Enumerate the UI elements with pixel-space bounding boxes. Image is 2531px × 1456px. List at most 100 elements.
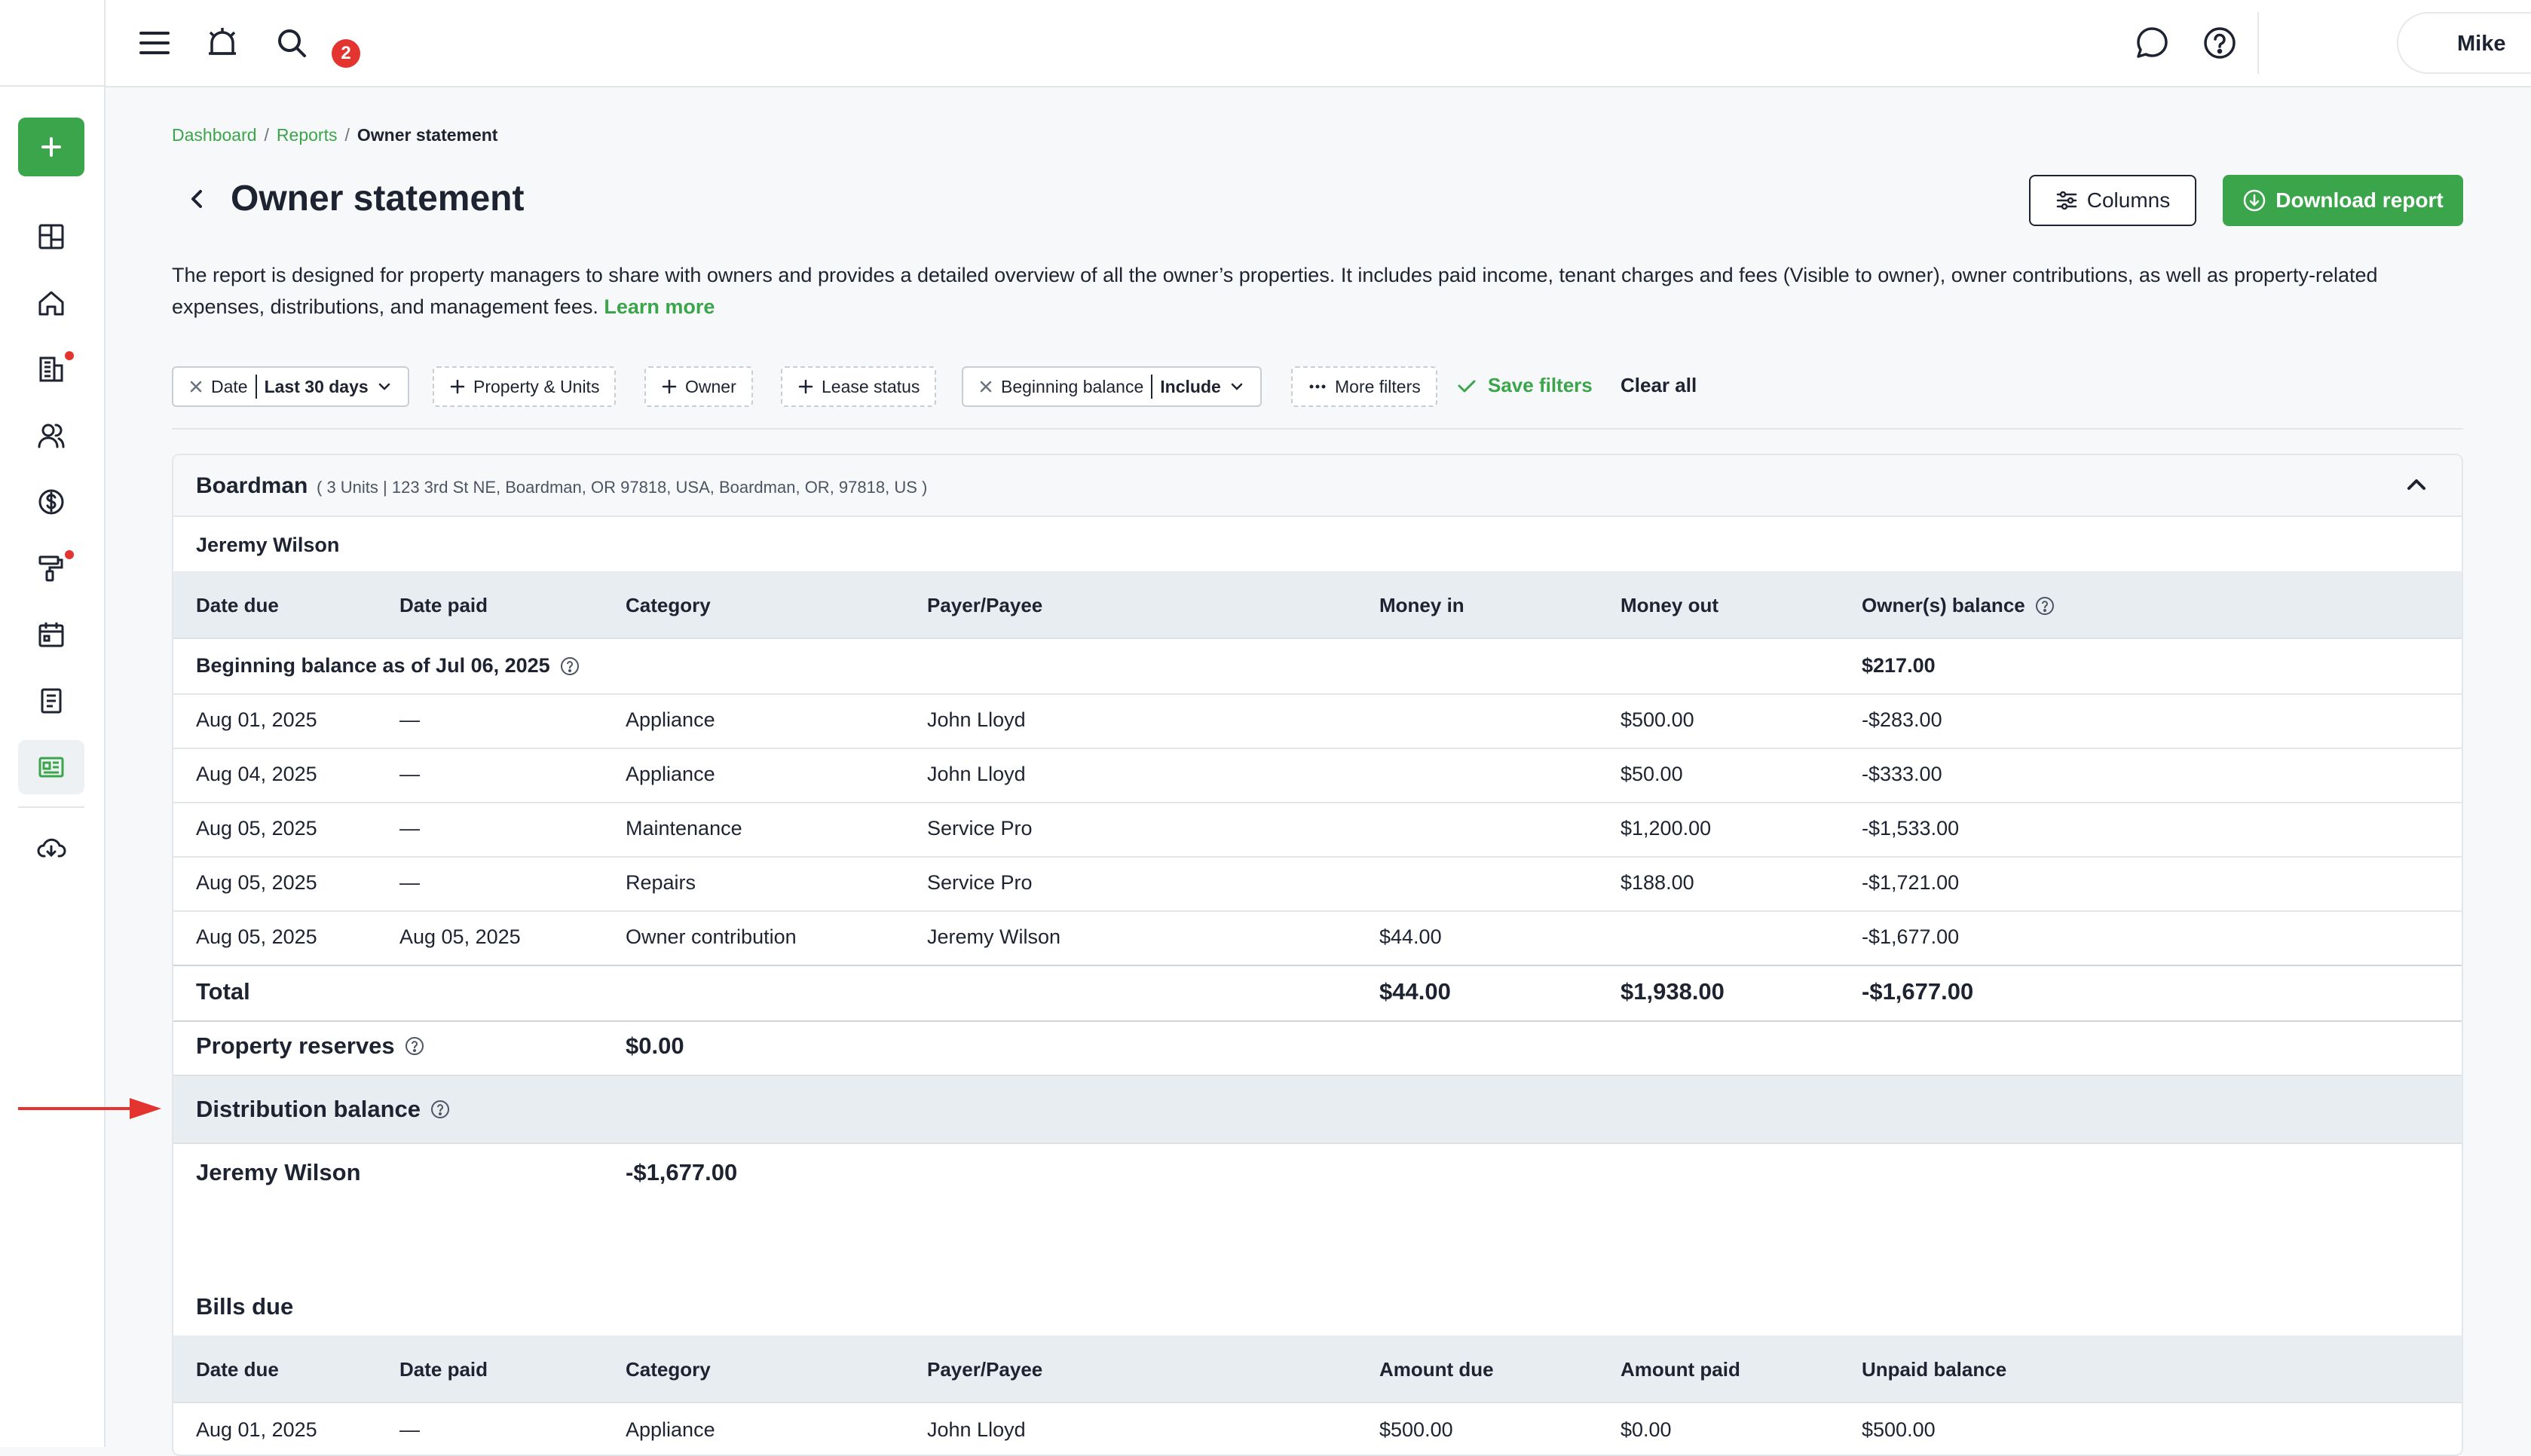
filter-more-label: More filters: [1335, 376, 1421, 396]
cell-balance: -$1,533.00: [1862, 817, 1960, 840]
property-header[interactable]: Boardman ( 3 Units | 123 3rd St NE, Boar…: [173, 455, 2462, 517]
cell-category: Maintenance: [626, 817, 742, 840]
table-row: Aug 05, 2025 Aug 05, 2025 Owner contribu…: [173, 910, 2462, 965]
cell-date-paid: —: [399, 708, 420, 731]
sidebar-item-properties[interactable]: [18, 276, 84, 330]
column-header: Date paid: [399, 1358, 488, 1381]
cell-unpaid-balance: $500.00: [1862, 1418, 1936, 1441]
property-name: Boardman: [196, 473, 308, 498]
help-icon[interactable]: [430, 1099, 451, 1120]
plus-icon: [798, 379, 813, 394]
help-icon[interactable]: [404, 1035, 425, 1057]
sidebar-top-divider: [0, 85, 104, 87]
column-header: Category: [626, 594, 711, 616]
annotation-arrow: [18, 1098, 161, 1119]
bills-due-title: Bills due: [196, 1293, 294, 1320]
close-icon[interactable]: [188, 379, 204, 394]
plus-icon: [662, 379, 677, 394]
top-bar: 2 Mike: [106, 0, 2531, 87]
chat-button[interactable]: [2130, 21, 2174, 65]
filter-lease-status[interactable]: Lease status: [781, 366, 937, 407]
users-icon: [38, 424, 65, 448]
sidebar-item-maintenance[interactable]: [18, 541, 84, 595]
chevron-up-icon[interactable]: [2403, 472, 2430, 499]
menu-button[interactable]: [133, 21, 176, 65]
clear-all-button[interactable]: Clear all: [1621, 374, 1697, 397]
cell-date-due: Aug 01, 2025: [196, 1418, 317, 1441]
search-button[interactable]: [270, 21, 314, 65]
table-row: Aug 05, 2025 — Maintenance Service Pro $…: [173, 802, 2462, 858]
filter-lease-status-label: Lease status: [822, 376, 920, 396]
help-button[interactable]: [2198, 21, 2242, 65]
chevron-down-icon: [378, 383, 390, 390]
beginning-balance-label-cell: Beginning balance as of Jul 06, 2025: [196, 654, 580, 678]
filter-divider: [1151, 375, 1153, 399]
back-button[interactable]: [184, 185, 211, 213]
sidebar-item-reports[interactable]: [18, 740, 84, 794]
download-report-button[interactable]: Download report: [2223, 175, 2463, 226]
sidebar-item-calendar[interactable]: [18, 607, 84, 662]
paint-roller-icon: [38, 555, 63, 582]
close-icon[interactable]: [978, 379, 993, 394]
notifications-button[interactable]: [200, 21, 244, 65]
report-description: The report is designed for property mana…: [172, 259, 2463, 323]
sidebar-item-documents[interactable]: [18, 674, 84, 728]
statement-table-header: Date due Date paid Category Payer/Payee …: [173, 571, 2462, 639]
filters-divider: [172, 428, 2463, 430]
reports-icon: [38, 757, 64, 778]
home-icon: [38, 291, 64, 316]
save-filters-button[interactable]: Save filters: [1456, 374, 1593, 397]
column-header-owners-balance: Owner(s) balance: [1862, 594, 2055, 617]
breadcrumb-reports[interactable]: Reports: [277, 125, 338, 145]
filter-beginning-balance[interactable]: Beginning balance Include: [962, 366, 1262, 407]
columns-button[interactable]: Columns: [2029, 175, 2196, 226]
filter-date[interactable]: Date Last 30 days: [172, 366, 409, 407]
learn-more-link[interactable]: Learn more: [604, 295, 715, 318]
breadcrumb-separator: /: [264, 125, 269, 145]
property-reserves-value: $0.00: [626, 1032, 684, 1059]
column-header: Amount due: [1379, 1358, 1494, 1381]
help-icon[interactable]: [559, 656, 580, 677]
total-label: Total: [196, 978, 250, 1005]
cell-date-due: Aug 05, 2025: [196, 817, 317, 840]
help-icon[interactable]: [2034, 595, 2055, 616]
filter-property-units[interactable]: Property & Units: [433, 366, 617, 407]
cell-date-paid: —: [399, 871, 420, 894]
download-report-label: Download report: [2275, 188, 2444, 212]
bills-table-header: Date due Date paid Category Payer/Payee …: [173, 1335, 2462, 1403]
distribution-balance-label-cell: Distribution balance: [196, 1096, 451, 1123]
filter-date-label: Date: [211, 376, 248, 396]
sliders-icon: [2056, 191, 2077, 210]
filter-divider: [255, 375, 257, 399]
add-button[interactable]: [18, 118, 84, 176]
topbar-divider: [2257, 12, 2259, 74]
beginning-balance-row: Beginning balance as of Jul 06, 2025 $21…: [173, 639, 2462, 695]
filter-beginning-balance-value: Include: [1160, 376, 1221, 396]
filter-owner[interactable]: Owner: [644, 366, 753, 407]
user-menu[interactable]: Mike: [2397, 12, 2531, 74]
sidebar-item-leasing[interactable]: [18, 342, 84, 396]
document-icon: [41, 688, 62, 714]
cell-payee: Jeremy Wilson: [927, 925, 1061, 948]
table-row: Aug 01, 2025 — Appliance John Lloyd $500…: [173, 693, 2462, 749]
breadcrumb-dashboard[interactable]: Dashboard: [172, 125, 257, 145]
cell-date-paid: —: [399, 763, 420, 785]
cell-money-out: $188.00: [1621, 871, 1694, 894]
column-header: Date paid: [399, 594, 488, 616]
chevron-left-icon: [191, 190, 202, 208]
property-reserves-row: Property reserves $0.00: [173, 1020, 2462, 1075]
column-header: Money in: [1379, 594, 1464, 616]
cell-payee: Service Pro: [927, 817, 1033, 840]
sidebar-item-downloads[interactable]: [18, 820, 84, 874]
sidebar-item-dashboard[interactable]: [18, 210, 84, 264]
column-header: Amount paid: [1621, 1358, 1740, 1381]
columns-label: Columns: [2086, 188, 2171, 212]
sidebar-item-people[interactable]: [18, 408, 84, 463]
cell-balance: -$283.00: [1862, 708, 1942, 731]
filter-more[interactable]: More filters: [1291, 366, 1437, 407]
search-icon: [278, 29, 306, 57]
cell-date-due: Aug 05, 2025: [196, 871, 317, 894]
sidebar-item-accounting[interactable]: [18, 475, 84, 529]
cell-category: Appliance: [626, 708, 715, 731]
distribution-value: -$1,677.00: [626, 1159, 738, 1185]
